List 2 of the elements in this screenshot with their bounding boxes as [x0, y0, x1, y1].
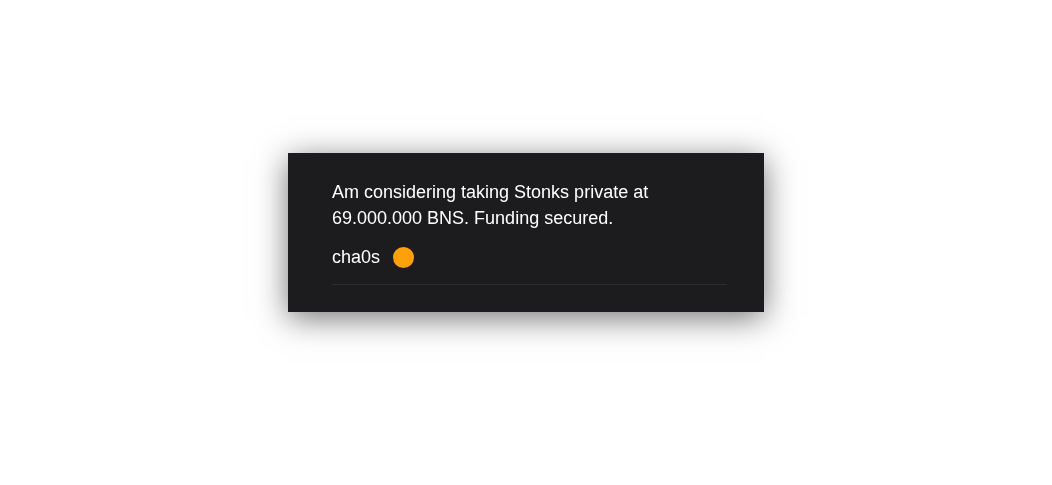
author-name: cha0s [332, 246, 381, 269]
post-message: Am considering taking Stonks private at 69.000.000 BNS. Funding secured. [332, 181, 650, 230]
